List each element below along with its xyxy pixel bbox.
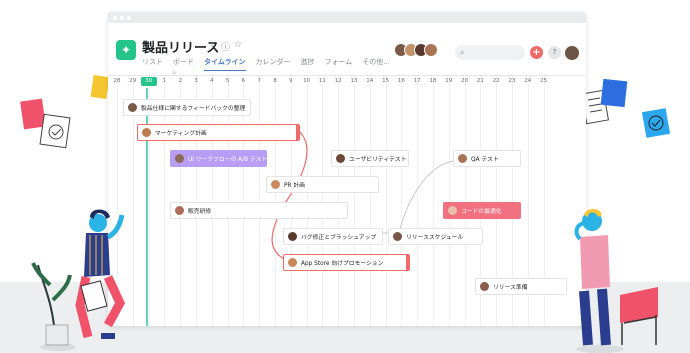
task-label: マーケティング計画 [155, 131, 207, 137]
help-button[interactable]: ? [548, 46, 561, 59]
window-dot [127, 16, 131, 20]
tab-list[interactable]: リスト [142, 57, 163, 71]
search-input[interactable]: ⌕ [455, 45, 525, 60]
task-label: PR 計画 [284, 183, 305, 189]
window-dot [120, 16, 124, 20]
window-dot [113, 16, 117, 20]
timeline-task[interactable]: 製品仕様に関するフィードバックの整理 [123, 99, 251, 116]
assignee-avatar [271, 180, 280, 189]
timeline-task[interactable]: 販売研修 [170, 202, 348, 219]
star-icon[interactable]: ☆ [234, 40, 242, 50]
task-label: QA テスト [471, 157, 499, 163]
marketing-stage: ✦ 製品リリース ⌄ ⓘ ☆ リスト ボード タイムライン カレンダー 進捗 フ… [0, 0, 690, 353]
person-running-illustration [31, 209, 126, 351]
tab-more[interactable]: その他... [362, 57, 390, 71]
sticky-notes-right-illustration [582, 78, 671, 138]
timeline-task[interactable]: リリーススケジュール [388, 228, 483, 245]
timeline-task[interactable]: ユーザビリティテスト [331, 150, 409, 167]
assignee-avatar [480, 282, 489, 291]
resize-handle[interactable] [296, 125, 299, 140]
info-icon[interactable]: ⓘ [221, 40, 230, 53]
project-members[interactable] [394, 43, 440, 57]
assignee-avatar [128, 103, 137, 112]
assignee-avatar [393, 232, 402, 241]
resize-handle[interactable] [406, 255, 409, 270]
assignee-avatar [142, 128, 151, 137]
timeline-task[interactable]: マーケティング計画 [137, 124, 300, 141]
task-label: UI ワークフローの A/B テスト [188, 157, 267, 163]
timeline-view: 1s 28 29 30 1 2 3 4 5 6 7 8 9 10 11 12 13 14 15 16 17 18 19 20… [108, 70, 586, 326]
window-chrome [108, 12, 586, 23]
task-label: 製品仕様に関するフィードバックの整理 [141, 106, 246, 112]
project-icon[interactable]: ✦ [116, 40, 136, 60]
tab-board[interactable]: ボード [173, 57, 194, 71]
assignee-avatar [448, 206, 457, 215]
timeline-task[interactable]: PR 計画 [266, 176, 379, 193]
app-window: ✦ 製品リリース ⌄ ⓘ ☆ リスト ボード タイムライン カレンダー 進捗 フ… [108, 12, 586, 326]
timeline-task[interactable]: QA テスト [453, 150, 521, 167]
assignee-avatar [288, 258, 297, 267]
month-label: 1s [172, 70, 177, 75]
member-avatar [424, 43, 438, 57]
add-button[interactable]: + [530, 46, 543, 59]
person-phone-illustration [574, 209, 658, 353]
assignee-avatar [458, 154, 467, 163]
task-label: ユーザビリティテスト [349, 157, 407, 163]
project-header: ✦ 製品リリース ⌄ ⓘ ☆ リスト ボード タイムライン カレンダー 進捗 フ… [108, 23, 586, 76]
tab-timeline[interactable]: タイムライン [204, 57, 246, 71]
task-label: 販売研修 [188, 209, 212, 215]
timeline-task[interactable]: App Store 向けプロモーション [283, 254, 410, 271]
search-icon: ⌕ [460, 48, 465, 57]
user-avatar[interactable] [565, 46, 579, 60]
task-label: App Store 向けプロモーション [301, 261, 384, 267]
assignee-avatar [336, 154, 345, 163]
project-tabs: リスト ボード タイムライン カレンダー 進捗 フォーム その他... [142, 57, 400, 71]
project-title[interactable]: 製品リリース [142, 37, 219, 56]
timeline-task[interactable]: リリース準備 [475, 278, 567, 295]
chevron-down-icon[interactable]: ⌄ [209, 40, 217, 50]
task-label: バグ修正とブラッシュアップ [301, 235, 377, 241]
assignee-avatar [288, 232, 297, 241]
task-label: リリーススケジュール [406, 235, 464, 241]
tab-calendar[interactable]: カレンダー [256, 57, 291, 71]
timeline-task[interactable]: UI ワークフローの A/B テスト [170, 150, 267, 167]
tab-progress[interactable]: 進捗 [301, 57, 315, 71]
tab-forms[interactable]: フォーム [325, 57, 353, 71]
task-label: コードの最適化 [461, 209, 502, 215]
timeline-task[interactable]: バグ修正とブラッシュアップ [283, 228, 383, 245]
task-label: リリース準備 [493, 285, 528, 291]
sticky-notes-left-illustration [20, 74, 110, 149]
assignee-avatar [175, 206, 184, 215]
assignee-avatar [175, 154, 184, 163]
timeline-task[interactable]: コードの最適化 [443, 202, 521, 219]
